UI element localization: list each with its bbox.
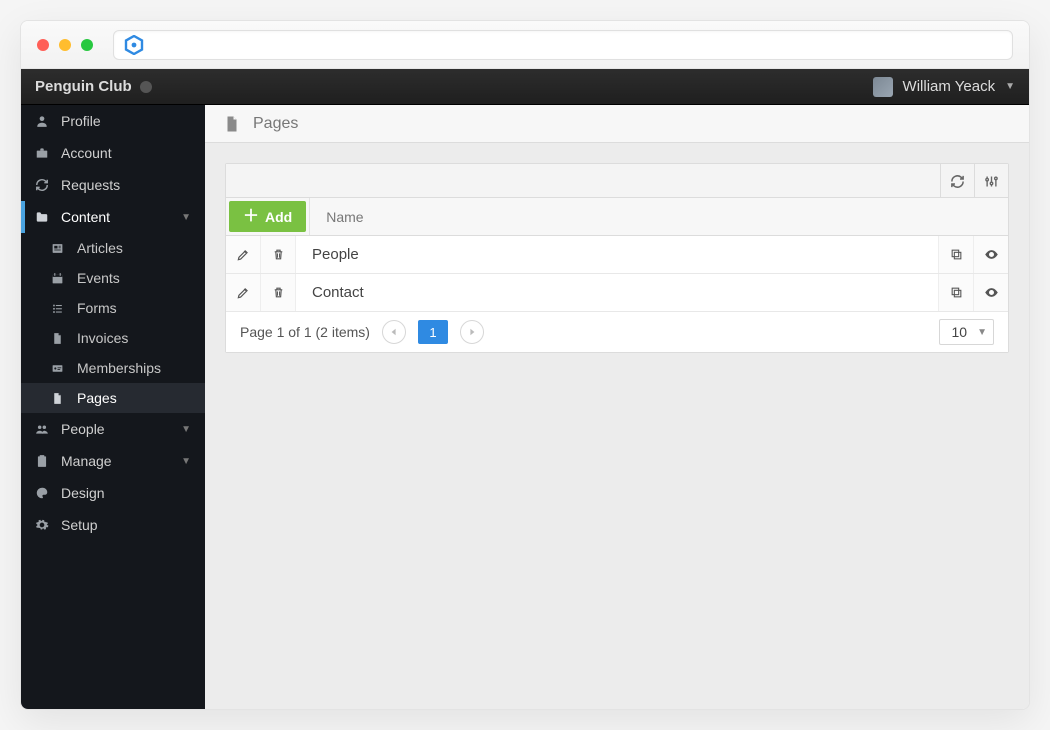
add-button-label: Add (265, 209, 292, 225)
sidebar-item-label: Events (77, 270, 120, 286)
page-title: Pages (253, 115, 298, 133)
settings-button[interactable] (974, 164, 1008, 198)
cell-name: People (296, 236, 938, 273)
add-button[interactable]: ＋ Add (229, 201, 306, 232)
org-switcher[interactable]: Penguin Club (35, 78, 152, 95)
window-close-dot[interactable] (37, 39, 49, 51)
sidebar-item-label: Memberships (77, 360, 161, 376)
user-icon (35, 114, 51, 128)
sidebar-item-label: Profile (61, 113, 101, 129)
edit-button[interactable] (226, 236, 261, 273)
users-icon (35, 422, 51, 436)
app-body: Profile Account Requests (21, 105, 1029, 709)
refresh-icon (35, 178, 51, 192)
user-menu[interactable]: William Yeack ▼ (873, 77, 1015, 97)
gear-icon (35, 518, 51, 532)
page-header: Pages (205, 105, 1029, 143)
browser-chrome (21, 21, 1029, 69)
window-minimize-dot[interactable] (59, 39, 71, 51)
window-maximize-dot[interactable] (81, 39, 93, 51)
sidebar-item-setup[interactable]: Setup (21, 509, 205, 541)
pager-prev-button[interactable] (382, 320, 406, 344)
refresh-button[interactable] (940, 164, 974, 198)
view-button[interactable] (973, 236, 1008, 273)
sidebar-sub-pages[interactable]: Pages (21, 383, 205, 413)
user-name: William Yeack (903, 78, 996, 95)
chevron-down-icon: ▼ (181, 424, 191, 435)
sidebar-item-label: Articles (77, 240, 123, 256)
newspaper-icon (51, 242, 67, 255)
org-settings-icon (140, 81, 152, 93)
table-row: Contact (226, 274, 1008, 312)
address-bar[interactable] (113, 30, 1013, 60)
app-topbar: Penguin Club William Yeack ▼ (21, 69, 1029, 105)
sidebar-sub-memberships[interactable]: Memberships (21, 353, 205, 383)
browser-window: Penguin Club William Yeack ▼ Profile (20, 20, 1030, 710)
cell-name: Contact (296, 274, 938, 311)
chevron-down-icon: ▼ (181, 212, 191, 223)
sidebar-sub-invoices[interactable]: Invoices (21, 323, 205, 353)
grid-footer: Page 1 of 1 (2 items) 1 10 ▼ (226, 312, 1008, 352)
data-grid: ＋ Add Name (225, 163, 1009, 353)
sidebar-sub-articles[interactable]: Articles (21, 233, 205, 263)
copy-button[interactable] (938, 274, 973, 311)
page-size-value: 10 (952, 324, 968, 340)
chevron-down-icon: ▼ (977, 327, 987, 338)
app: Penguin Club William Yeack ▼ Profile (21, 69, 1029, 709)
sidebar-item-label: Account (61, 145, 112, 161)
sidebar-item-label: Invoices (77, 330, 128, 346)
main-panel: Pages (205, 105, 1029, 709)
view-button[interactable] (973, 274, 1008, 311)
edit-button[interactable] (226, 274, 261, 311)
pager-current-page[interactable]: 1 (418, 320, 448, 344)
clipboard-icon (35, 454, 51, 468)
pager-summary: Page 1 of 1 (2 items) (240, 324, 370, 340)
page-size-select[interactable]: 10 ▼ (939, 319, 994, 345)
sidebar-item-people[interactable]: People ▼ (21, 413, 205, 445)
plus-icon: ＋ (243, 209, 259, 225)
sidebar-item-profile[interactable]: Profile (21, 105, 205, 137)
sidebar-sub-forms[interactable]: Forms (21, 293, 205, 323)
sidebar-sub-events[interactable]: Events (21, 263, 205, 293)
list-icon (51, 302, 67, 315)
grid-toolbar (226, 164, 1008, 198)
sidebar-item-label: Pages (77, 390, 117, 406)
org-name: Penguin Club (35, 78, 132, 95)
calendar-icon (51, 272, 67, 285)
sidebar-item-label: Requests (61, 177, 120, 193)
sidebar-item-content[interactable]: Content ▼ (21, 201, 205, 233)
sidebar-item-design[interactable]: Design (21, 477, 205, 509)
id-card-icon (51, 362, 67, 375)
chevron-down-icon: ▼ (1005, 81, 1015, 92)
delete-button[interactable] (261, 274, 296, 311)
copy-button[interactable] (938, 236, 973, 273)
sidebar: Profile Account Requests (21, 105, 205, 709)
pager-next-button[interactable] (460, 320, 484, 344)
sidebar-item-manage[interactable]: Manage ▼ (21, 445, 205, 477)
sidebar-item-account[interactable]: Account (21, 137, 205, 169)
page-icon (51, 392, 67, 405)
delete-button[interactable] (261, 236, 296, 273)
grid-header-row: ＋ Add Name (226, 198, 1008, 236)
sidebar-item-label: Setup (61, 517, 98, 533)
column-header-name[interactable]: Name (309, 198, 1008, 235)
content-area: ＋ Add Name (205, 143, 1029, 353)
avatar (873, 77, 893, 97)
sidebar-item-label: Content (61, 209, 110, 225)
chevron-down-icon: ▼ (181, 456, 191, 467)
table-row: People (226, 236, 1008, 274)
sidebar-item-requests[interactable]: Requests (21, 169, 205, 201)
folder-icon (35, 210, 51, 224)
sidebar-item-label: Design (61, 485, 105, 501)
document-icon (51, 332, 67, 345)
page-icon (223, 115, 241, 133)
briefcase-icon (35, 146, 51, 160)
palette-icon (35, 486, 51, 500)
sidebar-item-label: Manage (61, 453, 112, 469)
sidebar-item-label: Forms (77, 300, 117, 316)
site-badge-icon (124, 35, 144, 55)
sidebar-item-label: People (61, 421, 105, 437)
